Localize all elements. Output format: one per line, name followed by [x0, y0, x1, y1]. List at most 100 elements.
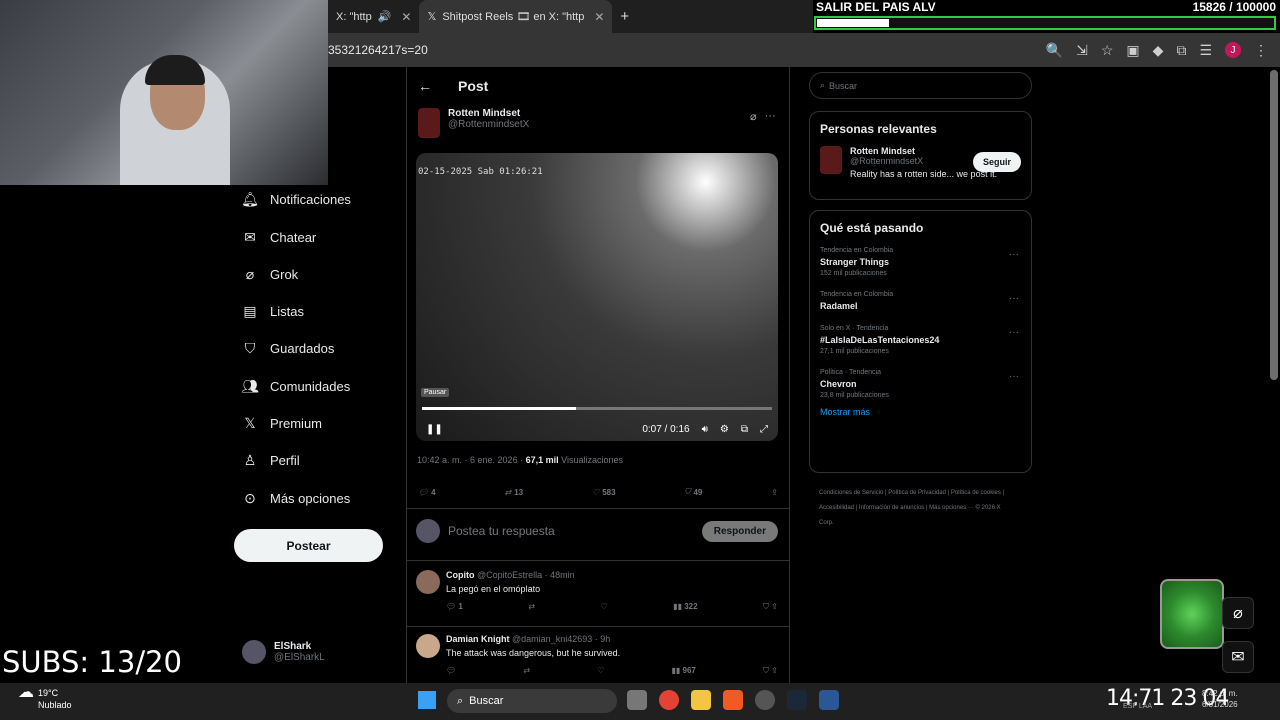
- reply-icon[interactable]: 💬︎: [446, 666, 456, 676]
- url-field[interactable]: 35321264217s=20: [328, 43, 1046, 57]
- share-icon[interactable]: ⇪: [771, 487, 778, 497]
- post-author[interactable]: Rotten Mindset @RottenmindsetX: [418, 108, 529, 138]
- reply-input[interactable]: Postea tu respuesta: [448, 524, 694, 538]
- views-button[interactable]: ▮▮ 967: [672, 666, 696, 676]
- bell-icon: 🔔︎: [241, 190, 259, 207]
- scrollbar[interactable]: [1270, 70, 1278, 380]
- grok-icon[interactable]: ⌀: [1222, 597, 1254, 629]
- tab-2[interactable]: 𝕏 Shitpost Reels 🎞 en X: "http ✕: [419, 0, 613, 33]
- steam-icon[interactable]: [787, 690, 807, 710]
- tab-strip: X: "http 🔊 ✕ 𝕏 Shitpost Reels 🎞 en X: "http…: [328, 0, 815, 33]
- list-item[interactable]: Copito @CopitoEstrella · 48min La pegó en…: [416, 570, 778, 612]
- footer-links[interactable]: Condiciones de Servicio | Política de Pr…: [819, 486, 1009, 531]
- relevant-people-card: Personas relevantes Rotten Mindset @Rotte…: [809, 111, 1032, 200]
- profile-avatar[interactable]: J: [1225, 42, 1241, 58]
- taskbar-search[interactable]: ⌕ Buscar: [447, 689, 617, 713]
- bookmark-icon: ⛉: [244, 339, 256, 356]
- mail-icon: ✉: [244, 228, 256, 245]
- trend-item[interactable]: Política · Tendencia Chevron 23,8 mil publ…: [810, 369, 1031, 399]
- post-button[interactable]: Postear: [234, 529, 383, 562]
- weather-widget[interactable]: ☁ 19°C Nublado: [18, 685, 72, 711]
- list-item[interactable]: Damian Knight @damian_kni42693 · 9h The a…: [416, 634, 778, 676]
- app-icon[interactable]: [819, 690, 839, 710]
- settings-icon[interactable]: ⚙: [720, 424, 729, 435]
- video-progress-fill: [422, 407, 576, 410]
- video-timestamp: 02-15-2025 Sab 01:26:21: [418, 167, 543, 177]
- language-indicator[interactable]: ESP LAA: [1123, 703, 1152, 710]
- trend-item[interactable]: Tendencia en Colombia Radamel ···: [810, 291, 1031, 311]
- volume-icon[interactable]: 🔊︎: [702, 424, 708, 435]
- reply-submit-button[interactable]: Responder: [701, 520, 778, 542]
- views-button[interactable]: ▮▮ 322: [673, 602, 697, 612]
- more-icon[interactable]: ···: [765, 110, 776, 123]
- nav-profile[interactable]: ♙ Perfil: [242, 452, 300, 468]
- task-view-icon[interactable]: [627, 690, 647, 710]
- fullscreen-icon[interactable]: ⤢: [760, 424, 768, 435]
- install-icon[interactable]: ⇲: [1076, 42, 1088, 59]
- more-icon[interactable]: ···: [1009, 327, 1019, 338]
- video-time: 0:07 / 0:16: [642, 423, 690, 435]
- nav-communities[interactable]: 👥︎ Comunidades: [241, 378, 350, 394]
- more-icon[interactable]: ···: [1009, 293, 1019, 304]
- chrome-icon[interactable]: [659, 690, 679, 710]
- more-icon[interactable]: ···: [1009, 371, 1019, 382]
- media-icon[interactable]: ▣: [1126, 42, 1139, 59]
- nav-chat[interactable]: ✉ Chatear: [242, 229, 316, 245]
- nav-grok[interactable]: ⌀ Grok: [242, 266, 298, 282]
- system-clock[interactable]: 8:42 p. m. 6/01/2026: [1202, 688, 1238, 710]
- goal-fill: [817, 19, 890, 27]
- nav-lists[interactable]: ▤ Listas: [242, 303, 304, 319]
- repost-button[interactable]: ⇄ 13: [505, 487, 524, 497]
- trend-item[interactable]: Solo en X · Tendencia #LaIslaDeLasTentaci…: [810, 325, 1031, 355]
- reply-icon: 💬︎: [418, 487, 429, 497]
- brave-icon[interactable]: [723, 690, 743, 710]
- extension-icon[interactable]: ◆: [1153, 42, 1164, 59]
- reading-list-icon[interactable]: ☰: [1199, 42, 1212, 59]
- show-more-link[interactable]: Mostrar más: [810, 399, 1031, 425]
- zoom-icon[interactable]: 🔍: [1046, 42, 1063, 59]
- reply-button[interactable]: 💬︎ 1: [446, 602, 463, 612]
- person-icon: ♙: [243, 451, 257, 468]
- heart-icon[interactable]: ♡: [601, 602, 608, 612]
- mail-icon[interactable]: ✉: [1222, 641, 1254, 673]
- author-name: Rotten Mindset: [448, 108, 521, 119]
- repost-icon[interactable]: ⇄: [528, 602, 535, 612]
- author-handle: @RottenmindsetX: [448, 119, 530, 130]
- x-logo-icon: 𝕏: [427, 11, 437, 23]
- new-tab-button[interactable]: +: [612, 0, 637, 33]
- nav-more[interactable]: ⊙ Más opciones: [242, 490, 350, 506]
- star-icon[interactable]: ☆: [1101, 42, 1114, 59]
- like-button[interactable]: ♡ 583: [592, 487, 616, 497]
- bookmark-button[interactable]: ⛉ 49: [684, 487, 702, 497]
- tab-1[interactable]: X: "http 🔊 ✕: [328, 0, 419, 33]
- close-icon[interactable]: ✕: [401, 10, 411, 24]
- start-button[interactable]: [418, 691, 436, 709]
- menu-icon[interactable]: ⋮: [1254, 42, 1268, 59]
- video-player[interactable]: [416, 153, 778, 441]
- back-arrow-icon[interactable]: ←: [418, 78, 432, 94]
- nav-premium[interactable]: 𝕏 Premium: [242, 415, 322, 431]
- close-icon[interactable]: ✕: [594, 10, 604, 24]
- openai-icon[interactable]: [755, 690, 775, 710]
- goal-count: 15826 / 100000: [1192, 0, 1276, 14]
- nav-bookmarks[interactable]: ⛉ Guardados: [242, 339, 335, 356]
- nav-notifications[interactable]: 🔔︎ Notificaciones: [241, 190, 351, 207]
- bookmark-icon[interactable]: ⛉ ⇪: [763, 602, 778, 612]
- avatar: [418, 108, 440, 138]
- account-switcher[interactable]: ElShark@ElSharkL ···: [242, 640, 433, 664]
- repost-icon[interactable]: ⇄: [523, 666, 530, 676]
- more-icon[interactable]: ···: [1009, 249, 1019, 260]
- puzzle-icon[interactable]: ⧉: [1176, 42, 1186, 59]
- reply-button[interactable]: 💬︎ 4: [418, 487, 436, 497]
- pip-icon[interactable]: ⧉: [741, 424, 748, 435]
- follow-button[interactable]: Seguir: [972, 152, 1021, 172]
- x-icon: 𝕏: [244, 414, 256, 431]
- heart-icon[interactable]: ♡: [597, 666, 604, 676]
- search-input[interactable]: ⌕ Buscar: [809, 72, 1032, 99]
- avatar: [416, 570, 440, 594]
- pause-icon[interactable]: ❚❚: [426, 424, 443, 435]
- grok-icon[interactable]: ⌀: [750, 110, 757, 123]
- bookmark-icon[interactable]: ⛉ ⇪: [763, 666, 778, 676]
- trend-item[interactable]: Tendencia en Colombia Stranger Things 152 …: [810, 247, 1031, 277]
- folder-icon[interactable]: [691, 690, 711, 710]
